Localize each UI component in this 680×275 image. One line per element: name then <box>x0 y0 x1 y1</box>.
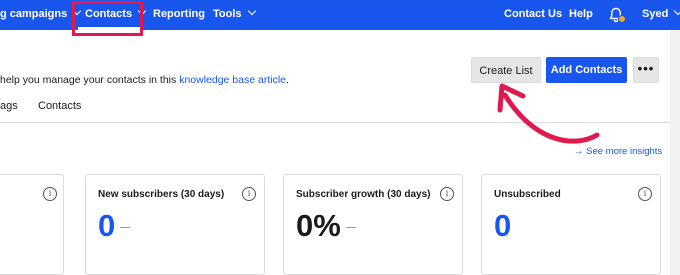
create-list-button[interactable]: Create List <box>471 57 541 83</box>
nav-item-campaigns[interactable]: g campaigns <box>0 0 82 30</box>
help-link[interactable]: Help <box>569 0 593 30</box>
knowledge-base-link[interactable]: knowledge base article <box>179 74 286 86</box>
trend-dash <box>120 226 131 228</box>
card-value-number: 0% <box>296 208 341 243</box>
stat-card-subscriber-growth: Subscriber growth (30 days) i 0% <box>283 174 463 275</box>
card-title: Unsubscribed <box>494 189 561 200</box>
highlight-annotation-box <box>72 1 143 36</box>
user-menu[interactable]: Syed <box>642 0 680 30</box>
contact-us-link[interactable]: Contact Us <box>504 0 562 30</box>
info-icon[interactable]: i <box>43 187 57 201</box>
help-suffix: . <box>286 74 289 86</box>
nav-item-reporting[interactable]: Reporting <box>153 0 205 30</box>
card-title: New subscribers (30 days) <box>98 189 225 200</box>
card-value: 0% <box>296 208 356 244</box>
stat-card-new-subscribers: New subscribers (30 days) i 0 <box>85 174 265 275</box>
user-name: Syed <box>642 8 669 20</box>
stat-card-unsubscribed: Unsubscribed i 0 <box>481 174 661 275</box>
card-value: 0 <box>494 208 511 244</box>
info-icon[interactable]: i <box>440 187 454 201</box>
stat-card-partial: i <box>0 174 64 275</box>
see-more-insights-link[interactable]: → See more insights <box>574 146 662 157</box>
add-contacts-button[interactable]: Add Contacts <box>546 57 627 83</box>
tab-divider <box>0 122 670 123</box>
card-title: Subscriber growth (30 days) <box>296 189 431 200</box>
arrow-right-icon: → <box>574 146 584 157</box>
help-prefix: help you manage your contacts in this <box>0 74 180 86</box>
info-icon[interactable]: i <box>242 187 256 201</box>
nav-item-tools[interactable]: Tools <box>213 0 256 30</box>
info-icon[interactable]: i <box>638 187 652 201</box>
card-value-number: 0 <box>494 208 512 243</box>
card-value-number: 0 <box>98 208 116 243</box>
chevron-down-icon <box>674 6 680 16</box>
insights-link-label: See more insights <box>586 146 663 157</box>
card-value: 0 <box>98 208 131 244</box>
more-options-button[interactable]: ••• <box>633 57 659 83</box>
tab-tags[interactable]: ags <box>0 100 18 112</box>
notification-badge <box>618 15 626 23</box>
help-text: help you manage your contacts in this kn… <box>0 74 289 86</box>
nav-item-label: Reporting <box>153 8 205 20</box>
nav-item-label: g campaigns <box>0 8 68 20</box>
nav-item-label: Tools <box>213 8 242 20</box>
trend-dash <box>345 226 356 228</box>
chevron-down-icon <box>247 6 256 16</box>
tab-contacts[interactable]: Contacts <box>38 100 81 112</box>
